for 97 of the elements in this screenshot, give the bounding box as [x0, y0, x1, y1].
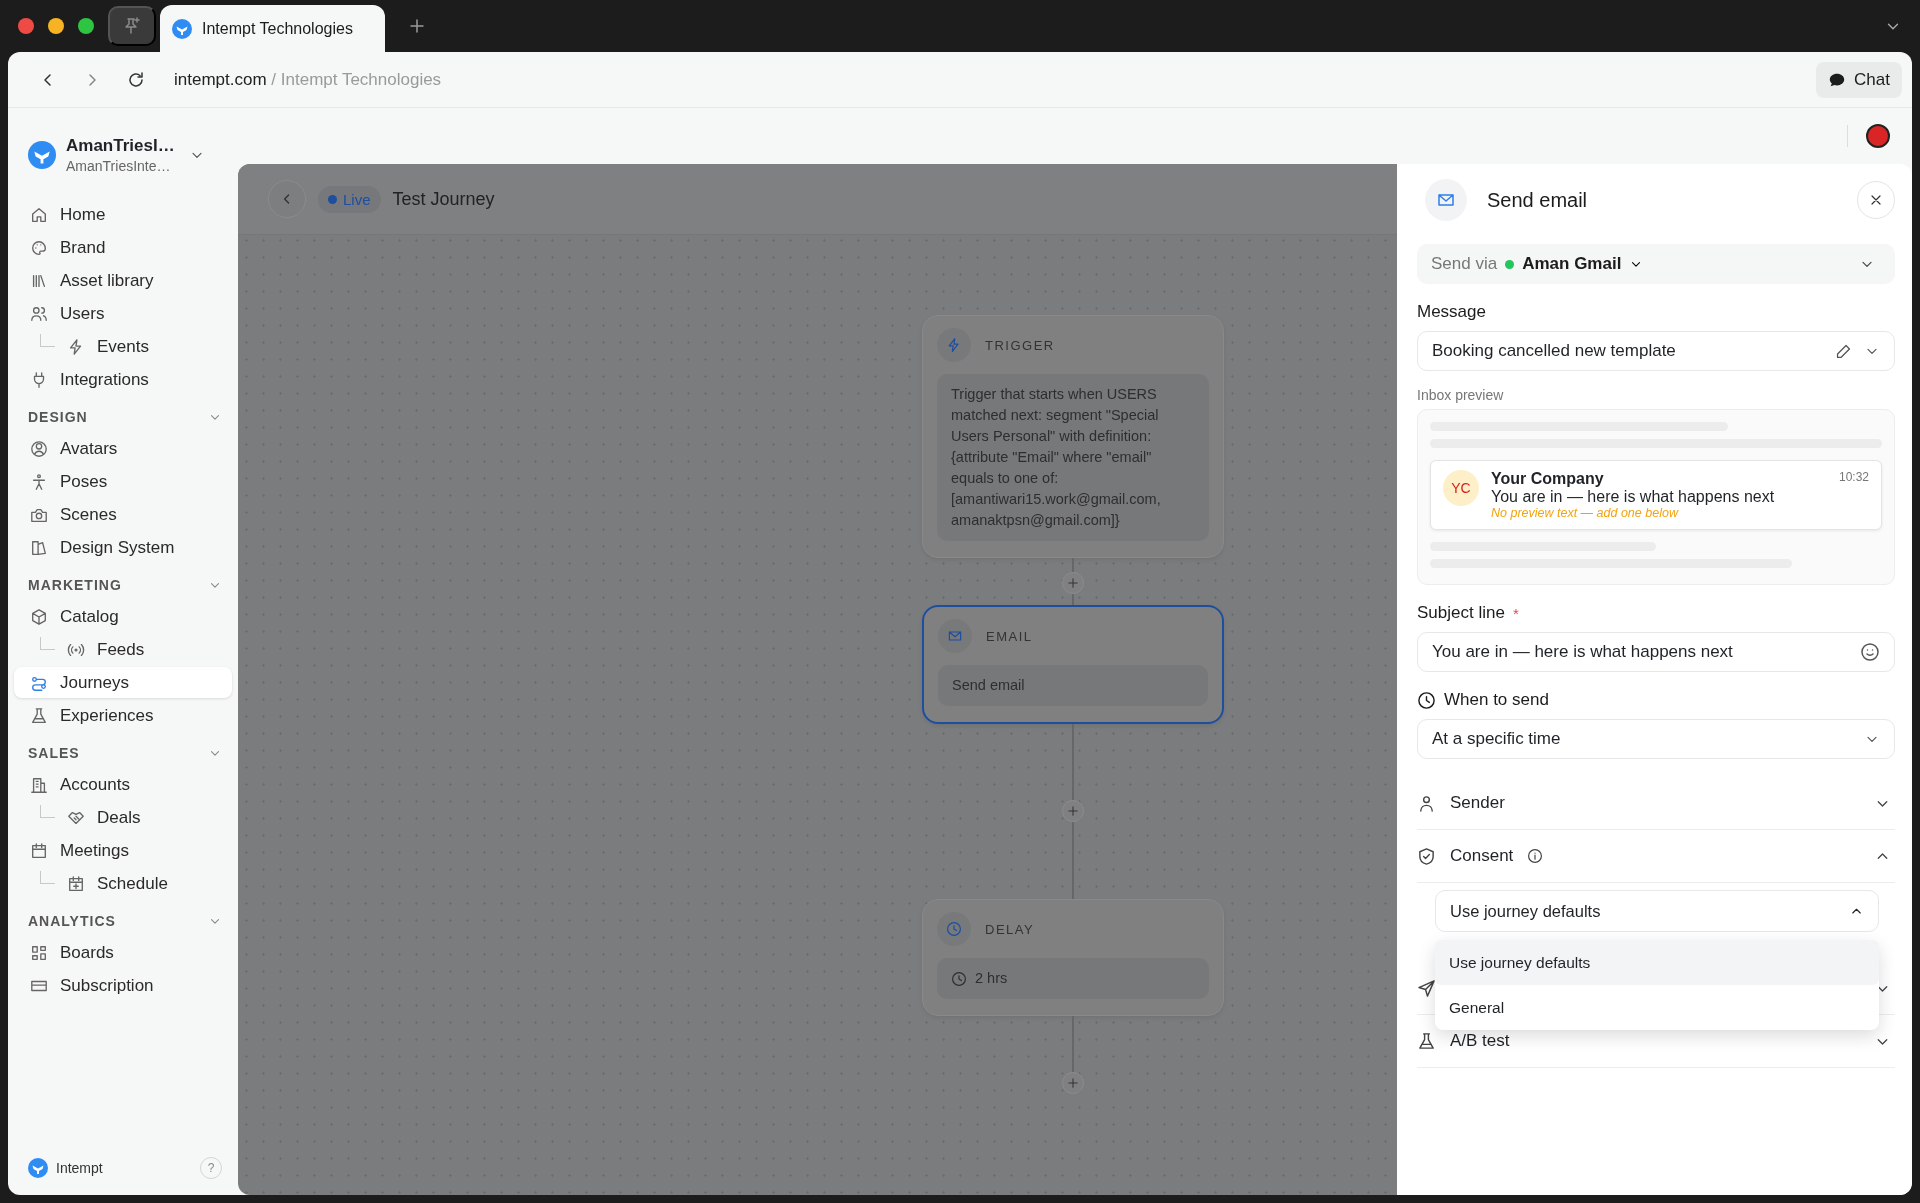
workspace-name[interactable]: AmanTriesI… [66, 136, 175, 156]
section-heading: ANALYTICS [28, 913, 116, 929]
nav-item[interactable]: Experiences [14, 700, 232, 731]
swatch-icon [30, 538, 48, 557]
node-description: Send email [938, 665, 1208, 706]
nav-item[interactable]: Meetings [14, 835, 232, 866]
section-title[interactable]: Consent [1450, 846, 1514, 866]
logo-icon [172, 18, 192, 39]
pin-tab-button[interactable] [108, 6, 156, 46]
mail-icon [947, 628, 963, 644]
plus-icon[interactable] [407, 16, 427, 36]
preview-hint: No preview text — add one below [1491, 506, 1680, 520]
message-time: 10:32 [1838, 470, 1869, 486]
flask-icon [1417, 1031, 1436, 1051]
consent-select[interactable]: Use journey defaults [1435, 890, 1879, 932]
users-icon [30, 304, 48, 323]
nav-item[interactable]: Schedule [61, 868, 232, 899]
logo-icon [28, 141, 56, 169]
pin-icon [122, 16, 142, 36]
nav-item[interactable]: Poses [14, 466, 232, 497]
nav-item[interactable]: Feeds [61, 634, 232, 665]
preview-label: Inbox preview [1417, 387, 1505, 403]
calendar-plus-icon [67, 874, 85, 893]
nav-item[interactable]: Brand [14, 232, 232, 263]
nav-item[interactable]: Subscription [14, 970, 232, 1001]
pencil-icon[interactable] [1835, 342, 1852, 360]
house-icon [30, 205, 48, 224]
tab-title: Intempt Technologies [202, 19, 353, 38]
node-label: DELAY [985, 921, 1035, 937]
plus-icon [1066, 576, 1080, 590]
field-label: Message [1417, 302, 1487, 322]
section-title[interactable]: Sender [1450, 793, 1505, 813]
required-mark: * [1512, 604, 1519, 622]
template-select[interactable]: Booking cancelled new template [1417, 331, 1895, 371]
nav-item[interactable]: Deals [61, 802, 232, 833]
panel-title: Send email [1487, 188, 1588, 212]
node-description: 2 hrs [937, 958, 1209, 999]
nav-item[interactable]: Home [14, 199, 232, 230]
browser-tab[interactable]: Intempt Technologies [160, 5, 385, 52]
field-label: When to send [1444, 690, 1549, 710]
nav-item[interactable]: Asset library [14, 265, 232, 296]
dropdown-option[interactable]: Use journey defaults [1435, 940, 1879, 985]
subject-field[interactable]: You are in — here is what happens next [1417, 632, 1895, 672]
nav-item[interactable]: Design System [14, 532, 232, 563]
close-window-button[interactable] [18, 18, 34, 34]
nav-item[interactable]: Events [61, 331, 232, 362]
status-badge: Live [318, 185, 381, 213]
clock-icon [946, 921, 962, 937]
shield-icon [1417, 846, 1436, 866]
journey-node[interactable] [922, 315, 1224, 558]
node-label: EMAIL [986, 628, 1033, 644]
maximize-window-button[interactable] [78, 18, 94, 34]
dashboard-icon [30, 943, 48, 962]
journey-title: Test Journey [392, 188, 495, 210]
address-bar[interactable]: intempt.com / Intempt Technologies [174, 69, 442, 90]
chat-button[interactable]: Chat [1816, 61, 1902, 98]
section-heading: MARKETING [28, 577, 122, 593]
lightning-icon [946, 337, 962, 353]
plus-icon [1066, 1076, 1080, 1090]
calendar-icon [30, 841, 48, 860]
clock-icon [1417, 690, 1436, 710]
reload-icon[interactable] [126, 69, 146, 90]
building-icon [30, 775, 48, 794]
nav-item[interactable]: Users [14, 298, 232, 329]
figure-icon [30, 472, 48, 491]
nav-item[interactable]: Accounts [14, 769, 232, 800]
node-label: TRIGGER [985, 337, 1055, 353]
logo-icon [28, 1158, 48, 1178]
box-icon [30, 607, 48, 626]
minimize-window-button[interactable] [48, 18, 64, 34]
nav-item[interactable]: Avatars [14, 433, 232, 464]
section-heading: SALES [28, 745, 80, 761]
brand-name: Intempt [56, 1160, 103, 1176]
field-label: Subject line [1417, 603, 1505, 623]
clock-icon [951, 970, 967, 987]
section-title[interactable]: A/B test [1450, 1031, 1510, 1051]
workspace-subtitle: AmanTriesInte… [66, 158, 172, 174]
sender-name: Your Company [1491, 470, 1604, 488]
nav-item[interactable]: Integrations [14, 364, 232, 395]
send-via-select[interactable]: Send via Aman Gmail [1417, 244, 1895, 284]
node-description: Trigger that starts when USERS matched next: segment "Special Users Personal" with definition: {attribute "Email" where "email" equals to one of: [amantiwari15.work@gmail.com, amanaktpsn@gmail.com]} [937, 374, 1209, 541]
sender-avatar: YC [1443, 470, 1479, 506]
palette-icon [30, 238, 48, 257]
message-subject: You are in — here is what happens next [1491, 488, 1776, 506]
nav-item[interactable]: Boards [14, 937, 232, 968]
paper-plane-icon [1417, 978, 1436, 998]
avatar[interactable] [1866, 124, 1890, 148]
nav-item[interactable]: Journeys [14, 667, 232, 698]
dropdown-option[interactable]: General [1435, 985, 1879, 1030]
nav-item[interactable]: Catalog [14, 601, 232, 632]
plus-icon [1066, 804, 1080, 818]
section-heading: DESIGN [28, 409, 88, 425]
person-icon [1417, 793, 1436, 813]
smiley-icon[interactable] [1860, 642, 1880, 662]
nav-item[interactable]: Scenes [14, 499, 232, 530]
flask-icon [30, 706, 48, 725]
send-time-select[interactable]: At a specific time [1417, 719, 1895, 759]
